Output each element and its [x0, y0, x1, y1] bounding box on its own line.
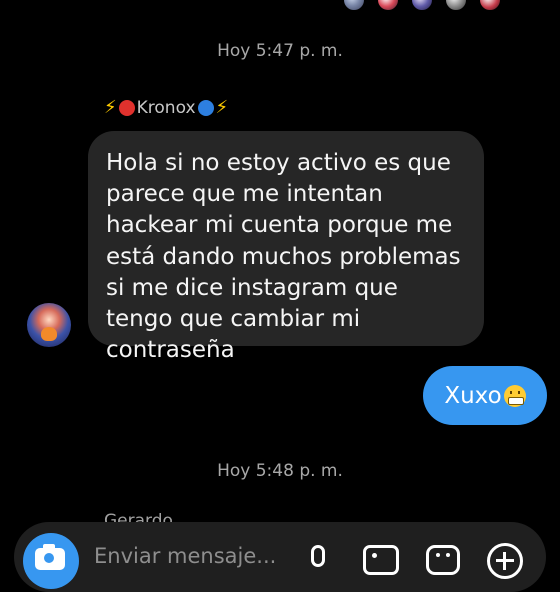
seen-avatar	[444, 0, 468, 12]
message-timestamp: Hoy 5:48 p. m.	[217, 461, 343, 481]
received-message-bubble[interactable]: Hola si no estoy activo es que parece qu…	[88, 131, 484, 363]
message-input[interactable]: Enviar mensaje...	[94, 544, 276, 568]
grimacing-face-icon	[503, 384, 526, 407]
seen-avatar	[376, 0, 400, 12]
camera-icon	[35, 544, 65, 570]
sender-name: ⚡ Kronox ⚡	[104, 97, 228, 118]
contact-avatar[interactable]	[27, 303, 71, 347]
sticker-icon[interactable]	[426, 545, 460, 575]
sent-message-text: Xuxo	[444, 382, 502, 409]
seen-avatar	[342, 0, 366, 12]
camera-button[interactable]	[23, 533, 79, 589]
seen-by-avatars[interactable]	[342, 0, 502, 12]
seen-avatar	[478, 0, 502, 12]
seen-avatar	[410, 0, 434, 12]
lightning-bolt-icon: ⚡	[104, 97, 117, 118]
message-timestamp: Hoy 5:47 p. m.	[217, 41, 343, 61]
add-icon[interactable]	[487, 543, 523, 579]
microphone-icon[interactable]	[311, 545, 325, 567]
sender-name-text: Kronox	[136, 97, 196, 118]
lightning-bolt-icon: ⚡	[215, 97, 229, 118]
sent-message-bubble[interactable]: Xuxo	[423, 366, 547, 425]
gallery-icon[interactable]	[363, 545, 399, 575]
blue-circle-icon	[197, 99, 214, 116]
red-circle-icon	[118, 99, 135, 116]
